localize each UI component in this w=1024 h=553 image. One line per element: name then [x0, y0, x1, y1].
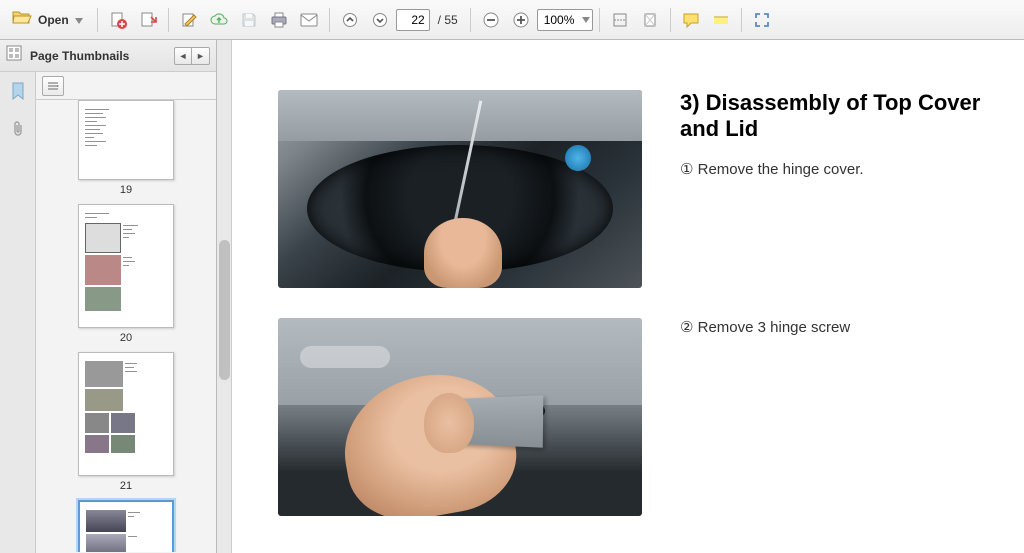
export-pdf-icon[interactable]	[134, 6, 162, 34]
figure-hinge-screw-removal	[278, 318, 642, 516]
thumbnail-19[interactable]: ▬▬▬▬▬▬▬▬▬▬▬▬▬▬▬▬▬▬▬▬▬▬▬▬▬▬▬▬▬▬▬▬▬▬▬▬▬▬▬▬…	[50, 100, 202, 196]
bookmark-tab-icon[interactable]	[5, 78, 31, 104]
section-heading: 3) Disassembly of Top Cover and Lid	[680, 90, 1004, 142]
page-total-label: / 55	[438, 13, 458, 27]
fullscreen-icon[interactable]	[748, 6, 776, 34]
fit-page-icon[interactable]	[636, 6, 664, 34]
figure-hinge-cover-removal	[278, 90, 642, 288]
highlight-icon[interactable]	[707, 6, 735, 34]
zoom-out-icon[interactable]	[477, 6, 505, 34]
thumbnails-scroll[interactable]: ▬▬▬▬▬▬▬▬▬▬▬▬▬▬▬▬▬▬▬▬▬▬▬▬▬▬▬▬▬▬▬▬▬▬▬▬▬▬▬▬…	[36, 100, 216, 552]
thumbnails-options-icon[interactable]	[42, 76, 64, 96]
page-number-input[interactable]	[396, 9, 430, 31]
main-toolbar: Open / 55 100%	[0, 0, 1024, 40]
page-up-icon[interactable]	[336, 6, 364, 34]
email-icon[interactable]	[295, 6, 323, 34]
separator	[599, 8, 600, 32]
zoom-value: 100%	[544, 13, 575, 27]
attachment-tab-icon[interactable]	[5, 116, 31, 142]
thumb-label: 21	[120, 480, 132, 492]
fit-width-icon[interactable]	[606, 6, 634, 34]
main-area: Page Thumbnails ◄ ►	[0, 40, 1024, 553]
sidebar-nav: ◄ ►	[174, 47, 210, 65]
sidebar-title: Page Thumbnails	[30, 49, 166, 63]
thumbnails-area: ▬▬▬▬▬▬▬▬▬▬▬▬▬▬▬▬▬▬▬▬▬▬▬▬▬▬▬▬▬▬▬▬▬▬▬▬▬▬▬▬…	[36, 72, 216, 553]
separator	[670, 8, 671, 32]
thumbnail-20[interactable]: ▬▬▬▬▬▬▬▬▬▬▬▬ ▬▬▬▬▬▬▬▬▬▬▬▬▬▬ ▬▬▬▬▬▬▬▬▬ 20	[50, 204, 202, 344]
sidebar-next-icon[interactable]: ►	[192, 47, 210, 65]
thumbnails-panel-icon	[6, 45, 22, 66]
create-pdf-icon[interactable]	[104, 6, 132, 34]
thumbnail-21[interactable]: ▬▬▬▬▬▬▬▬▬▬▬ 21	[50, 352, 202, 492]
cloud-upload-icon[interactable]	[205, 6, 233, 34]
sidebar-tabs	[0, 72, 36, 553]
comment-icon[interactable]	[677, 6, 705, 34]
edit-icon[interactable]	[175, 6, 203, 34]
sidebar-scrollbar[interactable]	[217, 40, 232, 553]
print-icon[interactable]	[265, 6, 293, 34]
thumb-label: 20	[120, 332, 132, 344]
folder-open-icon	[12, 9, 32, 30]
zoom-in-icon[interactable]	[507, 6, 535, 34]
document-viewport[interactable]: 3) Disassembly of Top Cover and Lid ① Re…	[232, 40, 1024, 553]
separator	[470, 8, 471, 32]
open-label: Open	[38, 13, 69, 27]
separator	[168, 8, 169, 32]
zoom-select[interactable]: 100%	[537, 9, 594, 31]
thumbnail-22[interactable]: ▬▬▬▬▬▬ ▬▬▬	[50, 500, 202, 552]
step-text: ① Remove the hinge cover.	[680, 160, 1004, 178]
save-icon[interactable]	[235, 6, 263, 34]
chevron-down-icon	[75, 11, 85, 29]
sidebar-header: Page Thumbnails ◄ ►	[0, 40, 216, 72]
chevron-down-icon	[582, 17, 590, 23]
separator	[329, 8, 330, 32]
sidebar-prev-icon[interactable]: ◄	[174, 47, 192, 65]
step-text: ② Remove 3 hinge screw	[680, 318, 1004, 336]
thumb-label: 19	[120, 184, 132, 196]
sidebar: Page Thumbnails ◄ ►	[0, 40, 217, 553]
open-button[interactable]: Open	[6, 5, 91, 35]
separator	[741, 8, 742, 32]
separator	[97, 8, 98, 32]
page-down-icon[interactable]	[366, 6, 394, 34]
